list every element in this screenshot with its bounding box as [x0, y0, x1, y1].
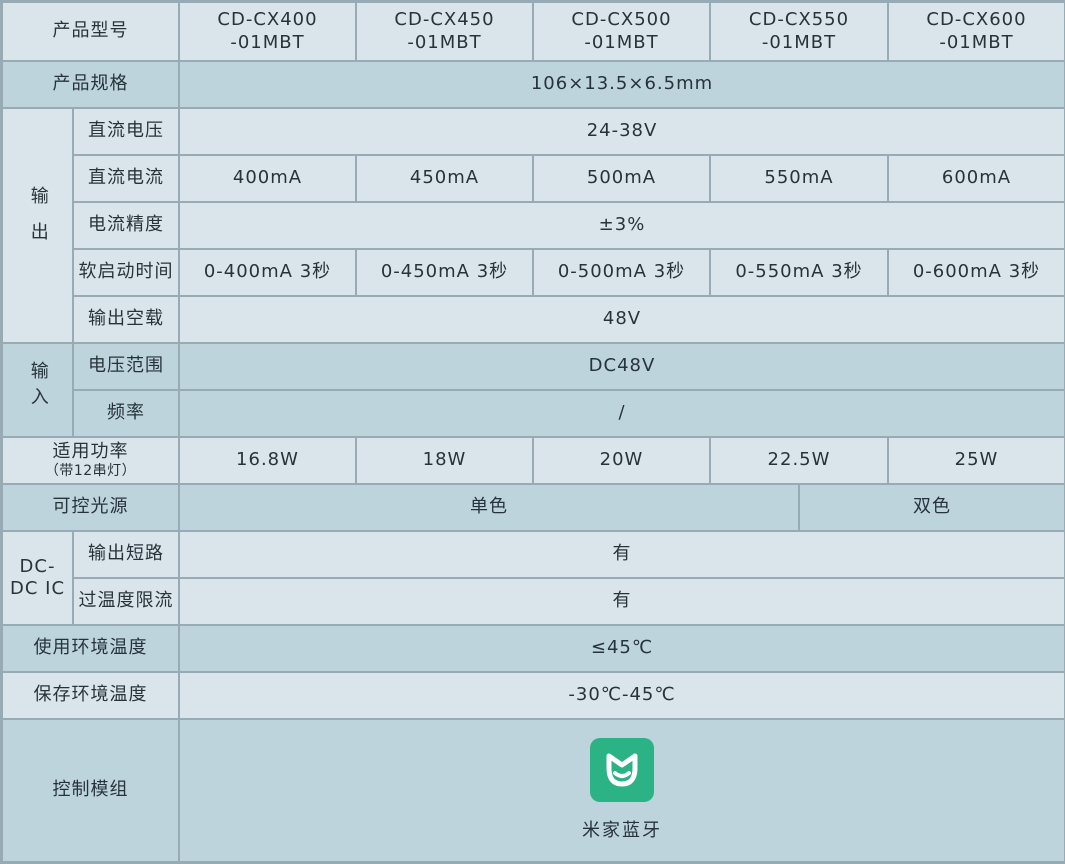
model-cell: CD-CX450 -01MBT — [357, 3, 532, 60]
dc-current-value: 500mA — [534, 156, 709, 201]
power-value: 20W — [534, 438, 709, 483]
soft-start-value: 0-600mA 3秒 — [889, 250, 1064, 295]
control-label: 控制模组 — [3, 720, 178, 861]
row-model: 产品型号 CD-CX400 -01MBT CD-CX450 -01MBT CD-CX… — [3, 3, 1064, 60]
row-frequency: 频率 / — [3, 391, 1064, 436]
dc-current-value: 450mA — [357, 156, 532, 201]
control-value: 米家蓝牙 — [180, 720, 1064, 861]
row-control: 控制模组 米家蓝牙 — [3, 720, 1064, 861]
module-name: 米家蓝牙 — [582, 820, 662, 842]
row-dc-voltage: 输出 直流电压 24-38V — [3, 109, 1064, 342]
light-source-label: 可控光源 — [3, 485, 178, 530]
dc-current-value: 400mA — [180, 156, 355, 201]
soft-start-value: 0-450mA 3秒 — [357, 250, 532, 295]
over-temp-value: 有 — [180, 579, 1064, 624]
soft-start-value: 0-550mA 3秒 — [711, 250, 887, 295]
soft-start-label: 软启动时间 — [74, 250, 178, 295]
short-circuit-value: 有 — [180, 532, 1064, 577]
frequency-label: 频率 — [74, 391, 178, 436]
mijia-icon — [590, 738, 654, 803]
dc-current-value: 600mA — [889, 156, 1064, 201]
power-value: 22.5W — [711, 438, 887, 483]
row-no-load: 输出空载 48V — [3, 297, 1064, 342]
frequency-value: / — [180, 391, 1064, 436]
row-precision: 电流精度 ±3% — [3, 203, 1064, 248]
dc-voltage-label: 直流电压 — [74, 109, 178, 154]
dc-voltage-value: 24-38V — [180, 109, 1064, 154]
short-circuit-label: 输出短路 — [74, 532, 178, 577]
over-temp-label: 过温度限流 — [74, 579, 178, 624]
row-storage-temp: 保存环境温度 -30℃-45℃ — [3, 673, 1064, 718]
dc-current-label: 直流电流 — [74, 156, 178, 201]
voltage-range-label: 电压范围 — [74, 344, 178, 389]
row-soft-start: 软启动时间 0-400mA 3秒 0-450mA 3秒 0-500mA 3秒 0… — [3, 250, 1064, 295]
no-load-value: 48V — [180, 297, 1064, 342]
model-cell: CD-CX500 -01MBT — [534, 3, 709, 60]
row-voltage-range: 输入 电压范围 DC48V — [3, 344, 1064, 436]
storage-temp-label: 保存环境温度 — [3, 673, 178, 718]
power-value: 25W — [889, 438, 1064, 483]
precision-value: ±3% — [180, 203, 1064, 248]
voltage-range-value: DC48V — [180, 344, 1064, 389]
soft-start-value: 0-500mA 3秒 — [534, 250, 709, 295]
no-load-label: 输出空载 — [74, 297, 178, 342]
row-over-temp: 过温度限流 有 — [3, 579, 1064, 624]
row-spec: 产品规格 106×13.5×6.5mm — [3, 62, 1064, 107]
row-power: 适用功率 （带12串灯） 16.8W 18W 20W 22.5W 25W — [3, 438, 1064, 483]
row-light-source: 可控光源 单色 双色 — [3, 485, 1064, 530]
power-value: 16.8W — [180, 438, 355, 483]
row-dc-current: 直流电流 400mA 450mA 500mA 550mA 600mA — [3, 156, 1064, 201]
power-value: 18W — [357, 438, 532, 483]
precision-label: 电流精度 — [74, 203, 178, 248]
output-group-label: 输出 — [3, 109, 72, 342]
model-cell: CD-CX400 -01MBT — [180, 3, 355, 60]
power-label: 适用功率 （带12串灯） — [3, 438, 178, 483]
env-temp-value: ≤45℃ — [180, 626, 1064, 671]
soft-start-value: 0-400mA 3秒 — [180, 250, 355, 295]
storage-temp-value: -30℃-45℃ — [180, 673, 1064, 718]
spec-value: 106×13.5×6.5mm — [180, 62, 1064, 107]
light-source-single: 单色 — [180, 485, 798, 530]
model-cell: CD-CX600 -01MBT — [889, 3, 1064, 60]
row-env-temp: 使用环境温度 ≤45℃ — [3, 626, 1064, 671]
model-cell: CD-CX550 -01MBT — [711, 3, 887, 60]
spec-label: 产品规格 — [3, 62, 178, 107]
input-group-label: 输入 — [3, 344, 72, 436]
ic-group-label: DC-DC IC — [3, 532, 72, 624]
model-label: 产品型号 — [3, 3, 178, 60]
spec-table: 产品型号 CD-CX400 -01MBT CD-CX450 -01MBT CD-CX… — [1, 1, 1065, 863]
light-source-dual: 双色 — [800, 485, 1064, 530]
env-temp-label: 使用环境温度 — [3, 626, 178, 671]
dc-current-value: 550mA — [711, 156, 887, 201]
row-short-circuit: DC-DC IC 输出短路 有 — [3, 532, 1064, 624]
power-sublabel: （带12串灯） — [44, 463, 137, 479]
